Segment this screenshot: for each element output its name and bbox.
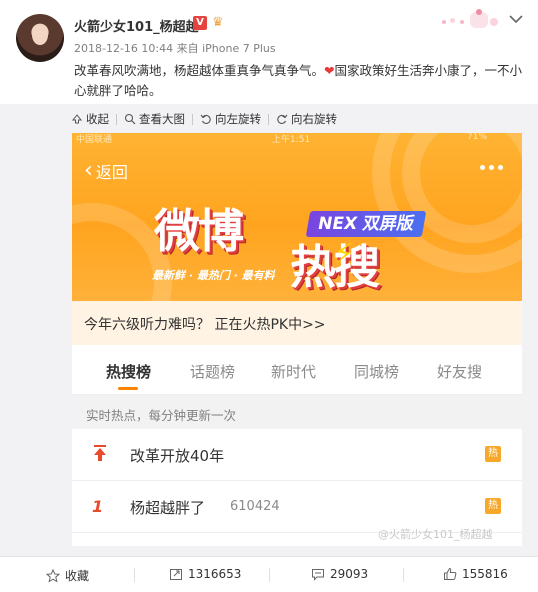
phone-status-bar: 中国联通 上午1:51 71%	[72, 133, 522, 145]
view-large-button[interactable]: 查看大图	[124, 111, 185, 127]
status-time: 上午1:51	[272, 135, 311, 145]
post-image[interactable]: 中国联通 上午1:51 71% ‹ 返回 微博 NEX 双屏版 热搜 ⚡ 最新鲜…	[72, 133, 522, 546]
repost-button[interactable]: 1316653	[169, 567, 241, 581]
comment-icon	[312, 569, 324, 581]
hot-badge: 热	[485, 498, 501, 514]
row-title: 杨超越胖了	[130, 499, 206, 517]
list-subheader: 实时热点，每分钟更新一次	[72, 395, 522, 429]
toolbar-divider	[268, 113, 269, 125]
thumbs-up-icon	[444, 567, 457, 580]
lightning-icon: ⚡	[334, 237, 354, 270]
promo-strip: 今年六级听力难吗？ 正在火热PK中>>	[72, 301, 522, 345]
post-header: 火箭少女101_杨超越 V ♛ 2018-12-16 10:44 来自 iPho…	[0, 0, 538, 104]
post-actions-bar: 收藏 1316653 29093 155816	[0, 556, 538, 592]
repost-icon	[170, 569, 182, 580]
rotate-left-button[interactable]: 向左旋转	[200, 111, 261, 127]
footer-divider	[134, 568, 135, 582]
ranking-tabs: 热搜榜 话题榜 新时代 同城榜 好友搜	[72, 345, 522, 395]
back-button: ‹ 返回	[84, 159, 128, 183]
collapse-label: 收起	[86, 112, 109, 126]
magnifier-icon	[124, 113, 136, 125]
post-text: 改革春风吹满地，杨超越体重真争气真争气。❤国家政策好生活奔小康了，一不小心就胖了…	[74, 61, 526, 101]
hot-badge: 热	[485, 446, 501, 462]
collapse-button[interactable]: 收起	[71, 111, 109, 127]
watermark: @火箭少女101_杨超越	[378, 528, 493, 541]
tab-local: 同城榜	[354, 363, 400, 381]
status-battery: 71%	[467, 133, 488, 142]
more-icon	[480, 165, 503, 170]
decoration-icon	[440, 8, 504, 32]
row-count: 610424	[230, 499, 280, 514]
post-source: 来自 iPhone 7 Plus	[176, 42, 276, 55]
rotate-right-button[interactable]: 向右旋转	[276, 111, 337, 127]
tab-hot-search: 热搜榜	[106, 363, 152, 381]
favorite-label: 收藏	[65, 569, 90, 583]
row-title: 改革开放40年	[130, 447, 225, 465]
heart-icon: ❤	[324, 63, 335, 78]
list-item: 改革开放40年 热	[72, 429, 522, 481]
tab-friends: 好友搜	[437, 363, 483, 381]
avatar[interactable]	[16, 14, 64, 62]
banner-title-weibo: 微博	[154, 204, 244, 258]
promo-text: 今年六级听力难吗？ 正在火热PK中>>	[84, 317, 326, 333]
rotate-left-icon	[200, 114, 211, 124]
toolbar-divider	[116, 113, 117, 125]
rotate-right-label: 向右旋转	[291, 112, 337, 126]
like-button[interactable]: 155816	[443, 567, 508, 581]
repost-count: 1316653	[188, 567, 242, 581]
banner-slogan: 最新鲜 · 最热门 · 最有料	[152, 269, 275, 282]
rotate-left-label: 向左旋转	[215, 112, 261, 126]
post-text-part1: 改革春风吹满地，杨超越体重真争气真争气。	[74, 63, 325, 78]
image-toolbar: 收起 查看大图 向左旋转 向右旋转	[71, 110, 337, 128]
view-large-label: 查看大图	[139, 112, 185, 126]
back-label: 返回	[95, 163, 128, 182]
active-tab-indicator	[118, 387, 138, 390]
footer-divider	[403, 568, 404, 582]
row-rank: 1	[92, 497, 104, 516]
crown-icon: ♛	[212, 15, 224, 30]
chevron-down-icon[interactable]	[507, 10, 525, 28]
tab-topics: 话题榜	[190, 363, 236, 381]
favorite-button[interactable]: 收藏	[46, 567, 89, 584]
like-count: 155816	[462, 567, 508, 581]
rotate-right-icon	[277, 114, 288, 124]
hot-search-banner: 中国联通 上午1:51 71% ‹ 返回 微博 NEX 双屏版 热搜 ⚡ 最新鲜…	[72, 133, 522, 301]
pin-top-icon	[94, 445, 106, 461]
tab-new-era: 新时代	[271, 363, 317, 381]
post-meta: 2018-12-16 10:44 来自 iPhone 7 Plus	[74, 40, 276, 56]
verified-badge: V	[193, 16, 207, 30]
footer-divider	[269, 568, 270, 582]
post-timestamp[interactable]: 2018-12-16 10:44	[74, 42, 173, 55]
toolbar-divider	[192, 113, 193, 125]
comment-count: 29093	[330, 567, 369, 581]
comment-button[interactable]: 29093	[311, 567, 368, 581]
username[interactable]: 火箭少女101_杨超越	[74, 16, 199, 35]
subheader-text: 实时热点，每分钟更新一次	[86, 408, 237, 423]
chevron-left-icon: ‹	[84, 158, 93, 183]
star-icon	[46, 568, 60, 583]
status-carrier: 中国联通	[76, 135, 113, 145]
collapse-up-icon	[71, 114, 83, 124]
